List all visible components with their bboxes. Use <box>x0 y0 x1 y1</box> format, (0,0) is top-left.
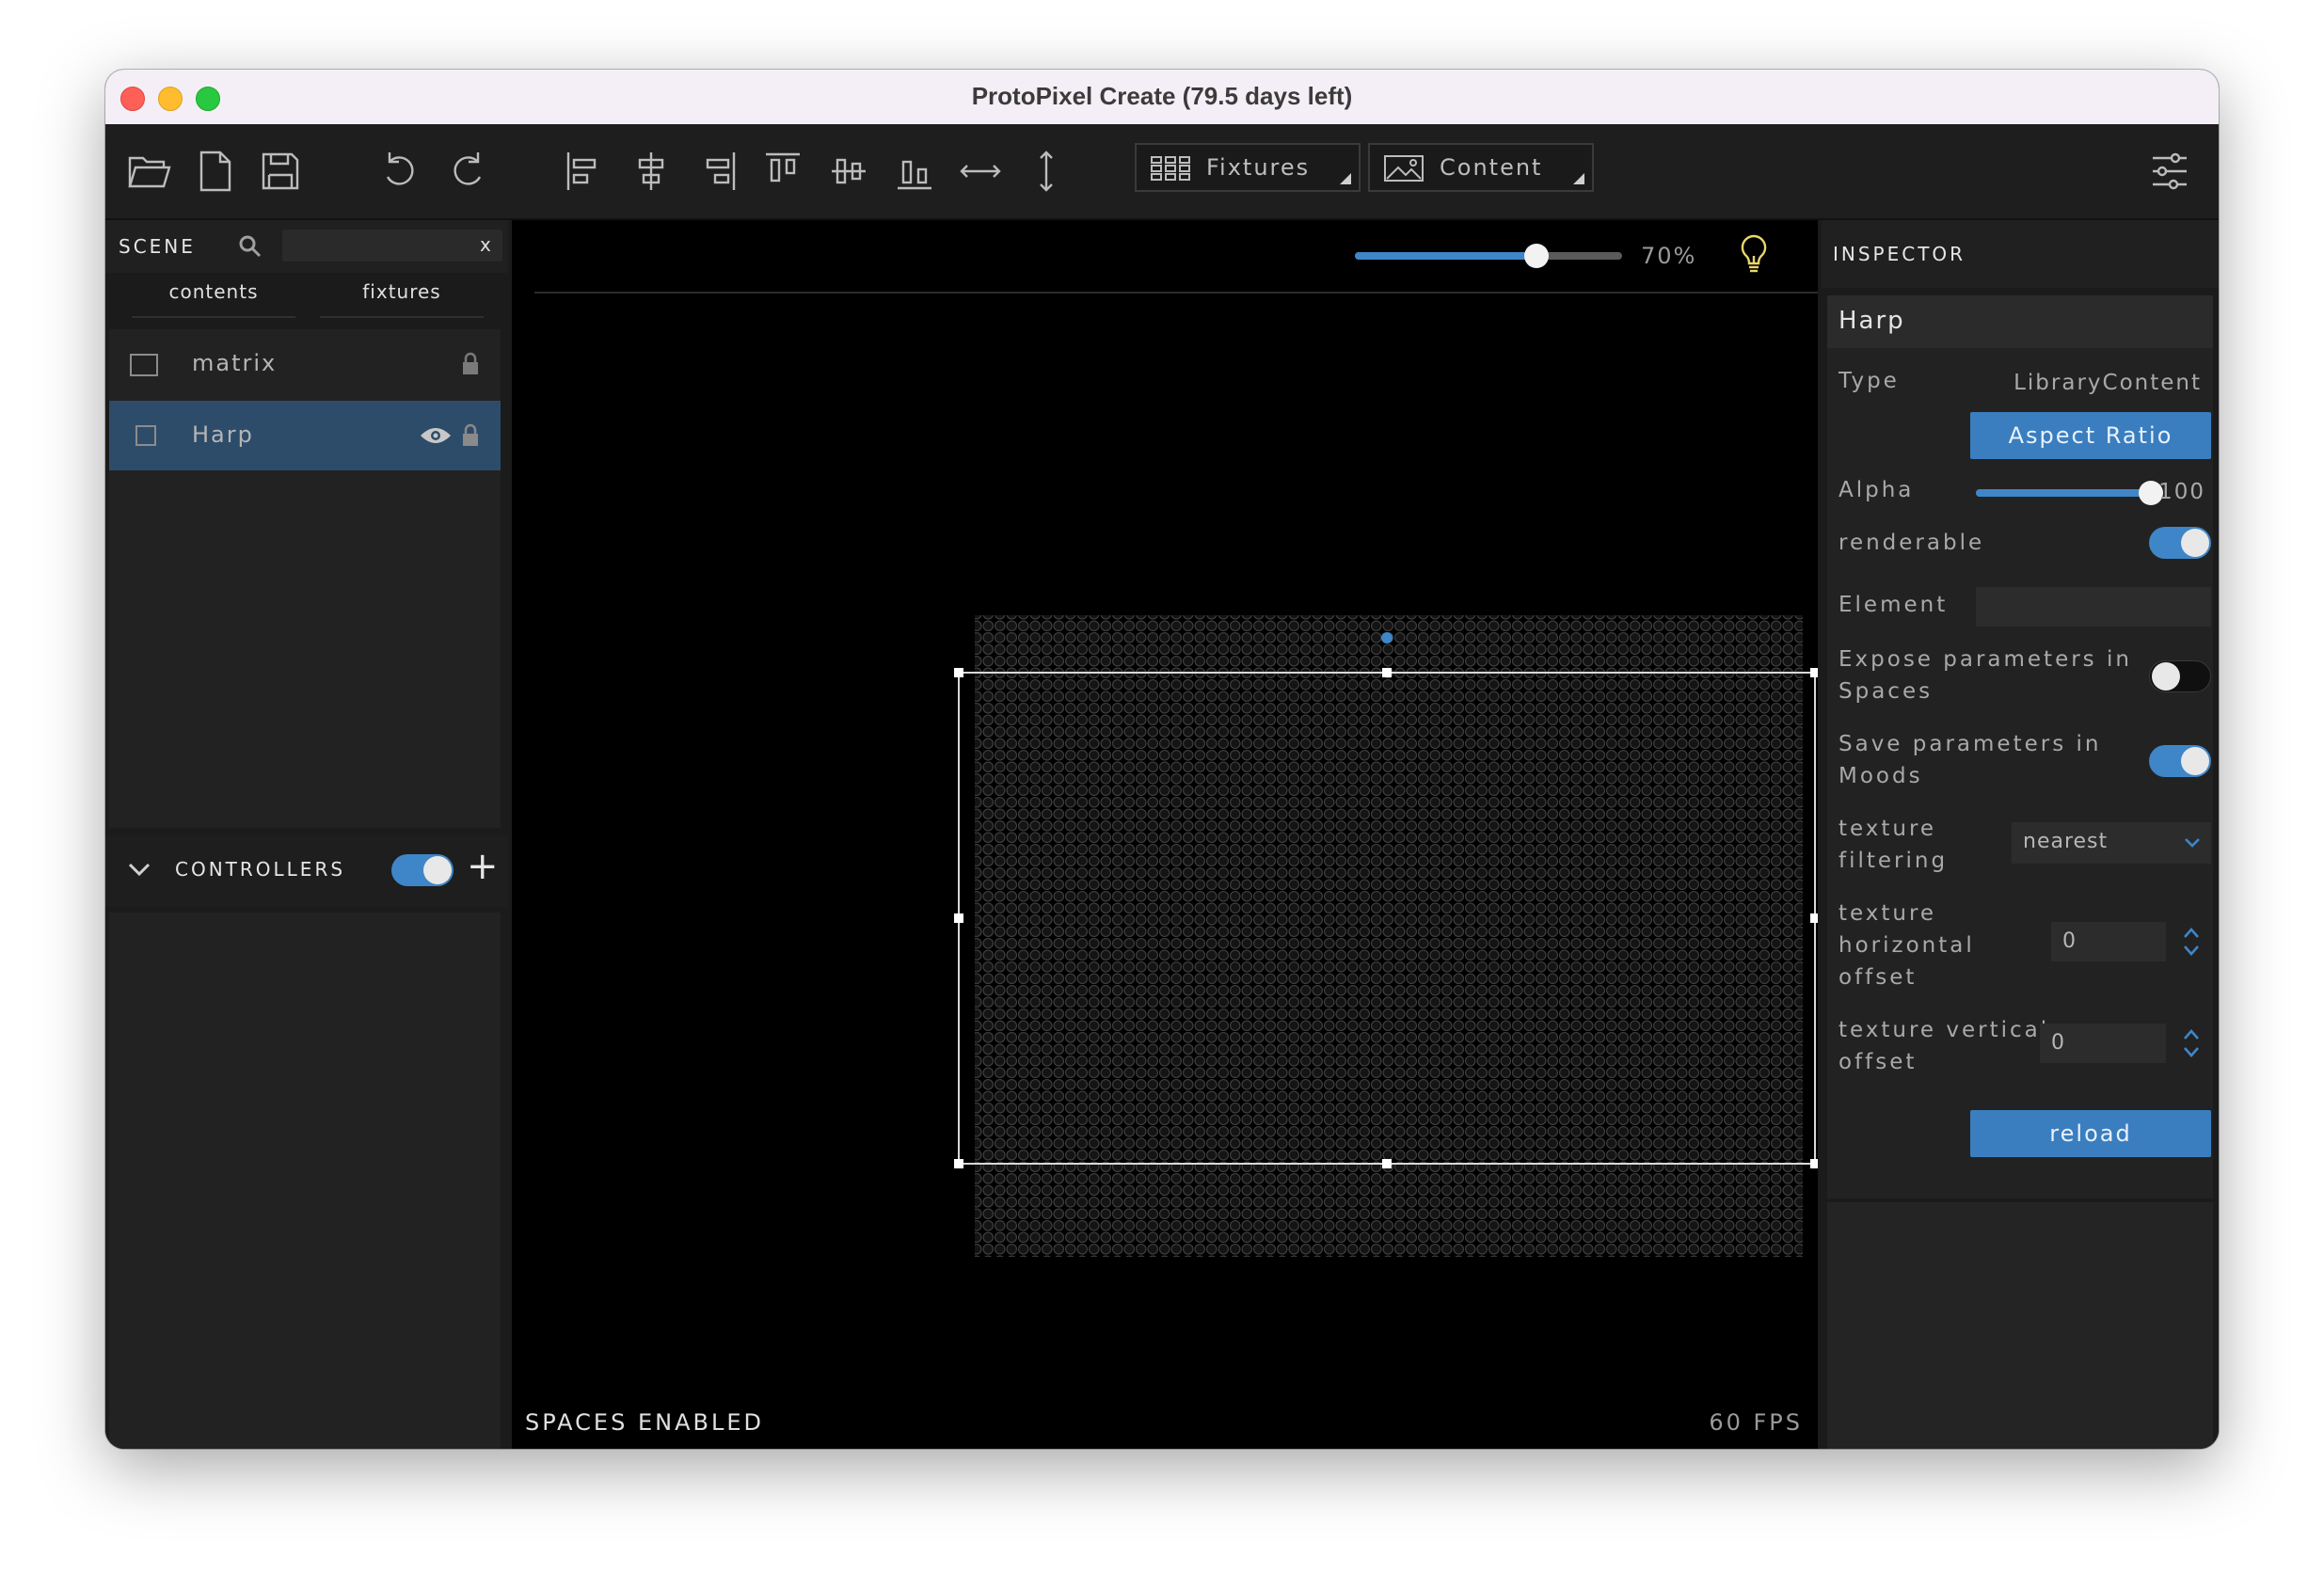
element-label: Element <box>1839 593 1949 617</box>
scene-label: SCENE <box>119 235 196 258</box>
horizontal-offset-stepper-icon[interactable] <box>2181 924 2202 960</box>
scene-panel: SCENE x contents fixtures matrix Harp CO… <box>105 220 508 1449</box>
align-middle-vertical-icon[interactable] <box>826 149 871 194</box>
scene-item-label: Harp <box>192 421 254 448</box>
scene-search-input[interactable] <box>282 230 502 262</box>
texture-vertical-offset-input[interactable]: 0 <box>2040 1024 2166 1063</box>
tab-fixtures[interactable]: fixtures <box>312 280 491 318</box>
inspector-empty-area <box>1827 1202 2213 1449</box>
renderable-toggle[interactable] <box>2149 527 2211 559</box>
chevron-down-icon <box>2183 834 2202 852</box>
grid-icon <box>1150 154 1191 183</box>
aspect-ratio-button[interactable]: Aspect Ratio <box>1970 412 2211 459</box>
eye-icon[interactable] <box>420 425 452 450</box>
dropdown-corner-icon <box>1340 173 1351 184</box>
texture-filtering-value: nearest <box>2023 830 2109 853</box>
distribute-vertical-icon[interactable] <box>1024 149 1069 194</box>
texture-horizontal-offset-label: texture horizontal offset <box>1839 901 1975 990</box>
inspector-panel: INSPECTOR Harp Type LibraryContent Aspec… <box>1822 220 2219 1449</box>
canvas-stage[interactable] <box>512 220 1818 1449</box>
distribute-horizontal-icon[interactable] <box>958 149 1003 194</box>
content-dropdown-label: Content <box>1440 154 1543 181</box>
spaces-status: SPACES ENABLED <box>525 1409 764 1436</box>
scene-list: matrix Harp <box>109 329 501 828</box>
save-parameters-toggle[interactable] <box>2149 745 2211 777</box>
expose-parameters-toggle[interactable] <box>2149 660 2211 692</box>
content-dropdown[interactable]: Content <box>1368 143 1594 192</box>
scene-item-harp[interactable]: Harp <box>109 401 501 470</box>
align-bottom-icon[interactable] <box>892 149 937 194</box>
new-file-icon[interactable] <box>192 149 237 194</box>
element-field[interactable] <box>1976 587 2211 627</box>
scene-item-matrix[interactable]: matrix <box>109 329 501 399</box>
lock-icon[interactable] <box>461 423 480 452</box>
dropdown-corner-icon <box>1573 173 1584 184</box>
search-clear-button[interactable]: x <box>480 233 491 256</box>
image-icon <box>1383 154 1425 183</box>
inspector-title: Harp <box>1839 307 1905 335</box>
texture-filtering-select[interactable]: nearest <box>2012 822 2211 864</box>
fixtures-dropdown[interactable]: Fixtures <box>1135 143 1361 192</box>
viewport[interactable]: 70% SPACES ENABLED 60 FPS <box>512 220 1818 1449</box>
inspector-header: INSPECTOR <box>1822 220 2219 288</box>
inspector-title-bar: Harp <box>1827 295 2213 348</box>
texture-horizontal-offset-value: 0 <box>2062 929 2077 953</box>
align-center-horizontal-icon[interactable] <box>629 149 674 194</box>
window-title: ProtoPixel Create (79.5 days left) <box>971 82 1353 110</box>
texture-vertical-offset-label: texture vertical offset <box>1839 1018 2050 1074</box>
alpha-slider-fill <box>1976 489 2151 497</box>
scene-item-label: matrix <box>192 350 278 376</box>
open-folder-icon[interactable] <box>126 149 171 194</box>
align-left-icon[interactable] <box>563 149 608 194</box>
add-controller-button[interactable]: + <box>467 845 499 888</box>
fps-counter: 60 FPS <box>1709 1409 1803 1436</box>
controllers-list <box>109 913 501 1449</box>
scene-tabs: contents fixtures <box>124 280 497 318</box>
title-bar: ProtoPixel Create (79.5 days left) <box>105 70 2219 125</box>
redo-icon[interactable] <box>444 149 489 194</box>
vertical-offset-stepper-icon[interactable] <box>2181 1025 2202 1061</box>
inspector-body: Harp Type LibraryContent Aspect Ratio Al… <box>1827 295 2213 1199</box>
inspector-label: INSPECTOR <box>1833 243 1966 265</box>
fixtures-dropdown-label: Fixtures <box>1206 154 1311 181</box>
reload-button[interactable]: reload <box>1970 1110 2211 1157</box>
save-parameters-label: Save parameters in Moods <box>1839 732 2102 788</box>
type-value: LibraryContent <box>2014 371 2202 395</box>
renderable-label: renderable <box>1839 531 1985 555</box>
controllers-label: CONTROLLERS <box>175 858 346 881</box>
type-label: Type <box>1839 369 1900 393</box>
controllers-toggle[interactable] <box>391 854 454 886</box>
chevron-down-icon[interactable] <box>126 856 152 882</box>
rotation-handle[interactable] <box>1381 632 1393 643</box>
tab-contents[interactable]: contents <box>124 280 303 318</box>
texture-horizontal-offset-input[interactable]: 0 <box>2051 922 2166 961</box>
matrix-checkbox[interactable] <box>130 354 158 376</box>
texture-vertical-offset-value: 0 <box>2051 1031 2065 1055</box>
align-right-icon[interactable] <box>694 149 740 194</box>
controllers-header: CONTROLLERS + <box>105 835 508 907</box>
align-top-icon[interactable] <box>760 149 805 194</box>
tab-fixtures-label: fixtures <box>362 280 441 303</box>
lock-icon[interactable] <box>461 352 480 380</box>
alpha-slider[interactable] <box>1976 481 2163 505</box>
alpha-label: Alpha <box>1839 478 1915 502</box>
app-window: ProtoPixel Create (79.5 days left) Fixtu… <box>105 70 2219 1449</box>
alpha-value: 100 <box>2158 480 2205 504</box>
settings-sliders-icon[interactable] <box>2147 149 2192 194</box>
harp-checkbox[interactable] <box>135 425 156 446</box>
search-icon <box>237 233 263 260</box>
texture-filtering-label: texture filtering <box>1839 817 1949 873</box>
toolbar: Fixtures Content <box>105 124 2219 220</box>
save-icon[interactable] <box>258 149 303 194</box>
tab-contents-label: contents <box>168 280 259 303</box>
scene-header: SCENE x <box>105 220 508 273</box>
expose-parameters-label: Expose parameters in Spaces <box>1839 647 2132 704</box>
undo-icon[interactable] <box>378 149 423 194</box>
